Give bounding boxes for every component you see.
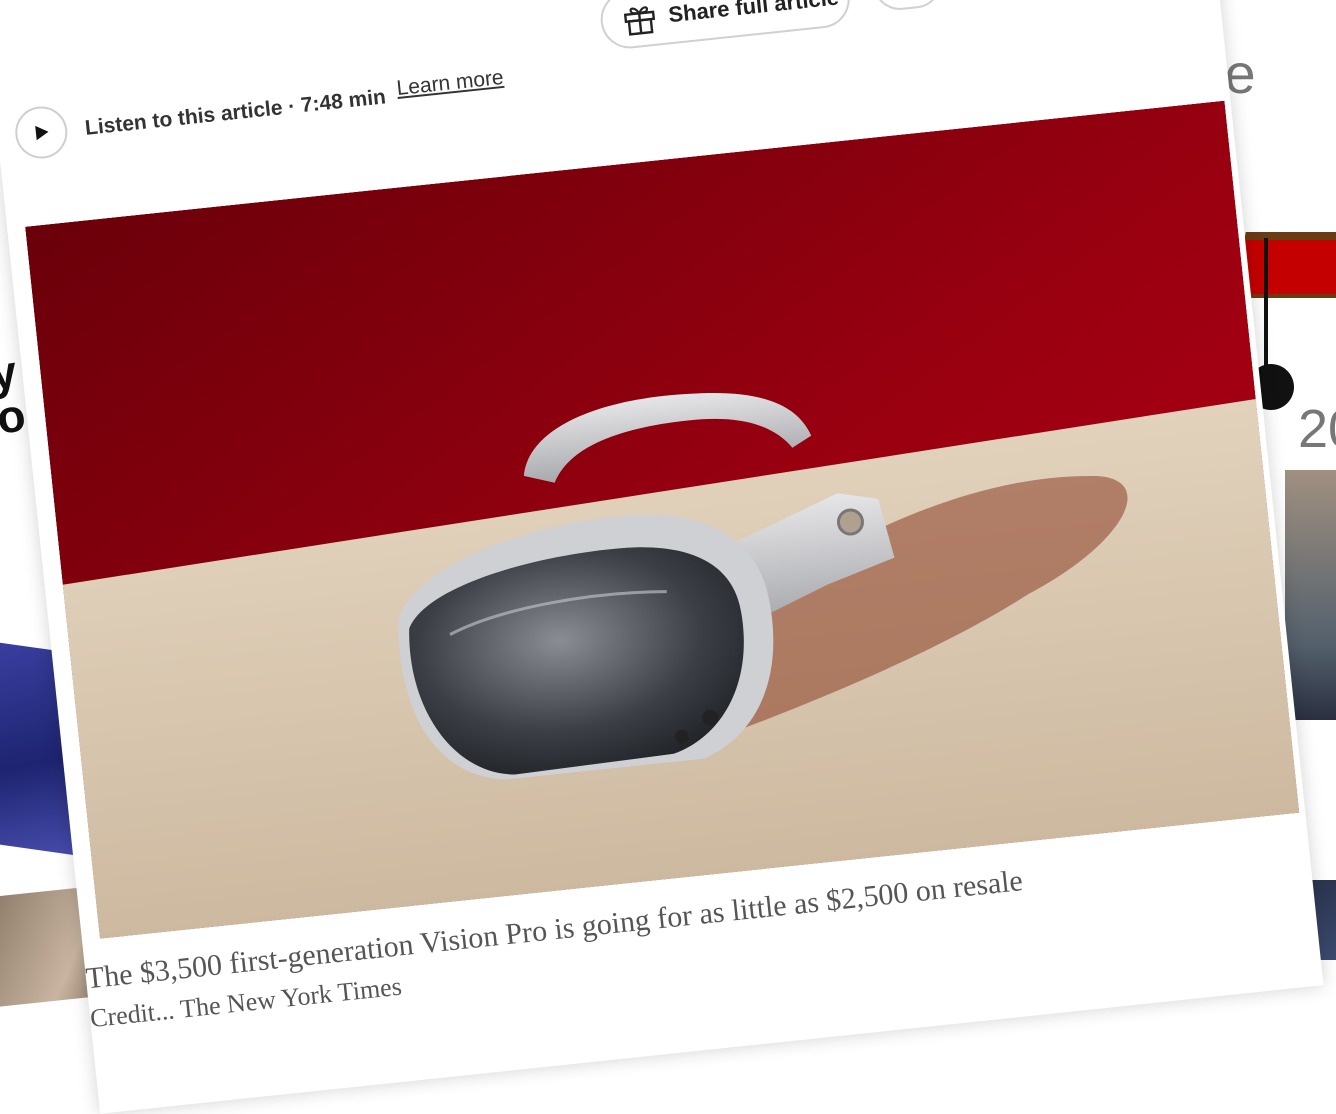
gift-icon	[623, 6, 656, 36]
hero-image-vision-pro	[25, 100, 1300, 939]
article-screenshot-card: Listen to this article · 7:48 min Learn …	[0, 0, 1324, 1114]
more-actions-button[interactable]	[869, 0, 945, 13]
background-text-fragment-number: 20	[1298, 399, 1336, 459]
play-icon	[35, 125, 49, 141]
listen-to-article-label: Listen to this article · 7:48 min	[83, 85, 387, 140]
share-button-label: Share full article	[667, 0, 841, 28]
share-full-article-button[interactable]: Share full article	[597, 0, 853, 52]
background-photo-portrait-right	[1285, 470, 1336, 720]
play-audio-button[interactable]	[12, 103, 70, 162]
learn-more-link[interactable]: Learn more	[395, 66, 504, 101]
